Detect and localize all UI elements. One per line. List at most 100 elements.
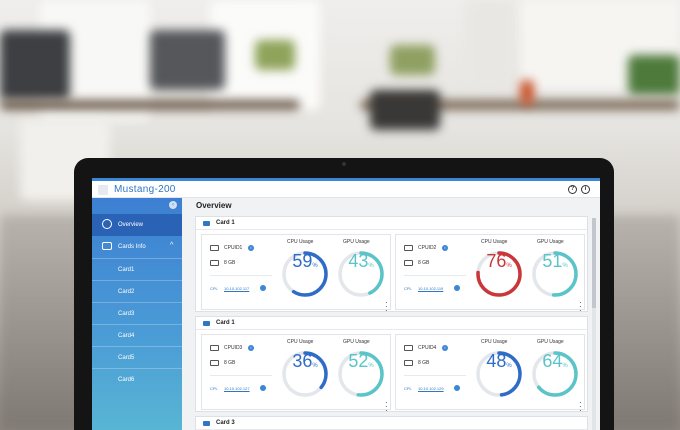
gpu-usage-label: GPU Usage bbox=[343, 339, 370, 345]
info-icon[interactable]: i bbox=[442, 245, 448, 251]
logo-icon bbox=[98, 185, 108, 195]
main-content: Overview Card 1 CPUID1 i 8 GB CPL 10.10.102.1… bbox=[182, 198, 600, 430]
card-panel: Card 1 CPUID1 i 8 GB CPL 10.10.102.117 CPU Usa… bbox=[195, 216, 588, 315]
sidebar-item-card5[interactable]: Card5 bbox=[92, 346, 182, 368]
page-title: Overview bbox=[196, 201, 232, 210]
device-name: CPUID2 bbox=[418, 245, 437, 251]
info-icon[interactable]: i bbox=[442, 345, 448, 351]
sidebar-item-overview[interactable]: Overview bbox=[92, 214, 182, 236]
gpu-usage-value: 51% bbox=[542, 251, 568, 271]
more-options-icon[interactable]: · · · bbox=[579, 399, 582, 415]
info-icon[interactable]: i bbox=[581, 185, 590, 194]
chevron-up-icon: ^ bbox=[170, 242, 174, 249]
gpu-usage-label: GPU Usage bbox=[343, 239, 370, 245]
sidebar-item-label: Card2 bbox=[118, 289, 135, 295]
device-ip-link[interactable]: 10.10.102.117 bbox=[224, 286, 249, 291]
memory-icon bbox=[210, 260, 219, 266]
memory-icon bbox=[404, 260, 413, 266]
panel-title: Card 1 bbox=[216, 220, 235, 226]
ip-info-icon[interactable] bbox=[260, 285, 266, 291]
device-info: CPUID2 i 8 GB CPL 10.10.102.119 bbox=[396, 235, 470, 311]
sidebar-item-card3[interactable]: Card3 bbox=[92, 302, 182, 324]
cpl-label: CPL bbox=[210, 286, 218, 291]
top-bar: Mustang-200 ? i bbox=[92, 178, 600, 198]
device-ip-link[interactable]: 10.10.102.119 bbox=[418, 286, 443, 291]
gpu-usage-value: 64% bbox=[542, 351, 568, 371]
info-icon[interactable]: i bbox=[248, 245, 254, 251]
device-card: CPUID1 i 8 GB CPL 10.10.102.117 CPU Usage 59% G… bbox=[201, 234, 391, 315]
gpu-usage-label: GPU Usage bbox=[537, 339, 564, 345]
sidebar-item-cards-info[interactable]: Cards Info ^ bbox=[92, 236, 182, 258]
ip-info-icon[interactable] bbox=[260, 385, 266, 391]
collapse-sidebar-icon[interactable]: ‹ bbox=[169, 201, 177, 209]
panel-header: Card 3 bbox=[196, 417, 587, 430]
device-info: CPUID3 i 8 GB CPL 10.10.102.127 bbox=[202, 335, 276, 411]
device-info: CPUID1 i 8 GB CPL 10.10.102.117 bbox=[202, 235, 276, 311]
device-name: CPUID3 bbox=[224, 345, 243, 351]
more-options-icon[interactable]: · · · bbox=[385, 399, 388, 415]
cpu-usage-label: CPU Usage bbox=[481, 239, 508, 245]
sidebar-item-card2[interactable]: Card2 bbox=[92, 280, 182, 302]
gpu-usage-value: 52% bbox=[348, 351, 374, 371]
divider bbox=[404, 375, 466, 376]
cpu-usage-label: CPU Usage bbox=[287, 339, 314, 345]
divider bbox=[404, 275, 466, 276]
chip-icon bbox=[210, 345, 219, 351]
device-ip-link[interactable]: 10.10.102.129 bbox=[418, 386, 444, 391]
device-ip-link[interactable]: 10.10.102.127 bbox=[224, 386, 250, 391]
app-title: Mustang-200 bbox=[114, 184, 176, 195]
sidebar-item-label: Card6 bbox=[118, 377, 135, 383]
device-card: CPUID4 i 8 GB CPL 10.10.102.129 CPU Usage 48% G… bbox=[395, 334, 585, 415]
memory-icon bbox=[210, 360, 219, 366]
divider bbox=[210, 275, 272, 276]
card-icon bbox=[102, 242, 112, 250]
divider bbox=[210, 375, 272, 376]
sidebar-item-card1[interactable]: Card1 bbox=[92, 258, 182, 280]
more-options-icon[interactable]: · · · bbox=[579, 299, 582, 315]
ip-info-icon[interactable] bbox=[454, 385, 460, 391]
info-icon[interactable]: i bbox=[248, 345, 254, 351]
gpu-usage-value: 43% bbox=[348, 251, 374, 271]
device-memory: 8 GB bbox=[418, 360, 430, 366]
device-name: CPUID4 bbox=[418, 345, 437, 351]
chip-icon bbox=[210, 245, 219, 251]
card-icon bbox=[203, 221, 210, 226]
card-panel: Card 3 bbox=[195, 416, 588, 430]
panel-title: Card 3 bbox=[216, 420, 235, 426]
memory-icon bbox=[404, 360, 413, 366]
cpu-usage-label: CPU Usage bbox=[481, 339, 508, 345]
panel-header: Card 1 bbox=[196, 217, 587, 230]
cpu-usage-value: 36% bbox=[292, 351, 318, 371]
sidebar-item-card4[interactable]: Card4 bbox=[92, 324, 182, 346]
cpu-usage-value: 76% bbox=[486, 251, 512, 271]
device-name: CPUID1 bbox=[224, 245, 243, 251]
more-options-icon[interactable]: · · · bbox=[385, 299, 388, 315]
ip-info-icon[interactable] bbox=[454, 285, 460, 291]
cpl-label: CPL bbox=[404, 286, 412, 291]
sidebar-item-label: Card1 bbox=[118, 267, 135, 273]
chip-icon bbox=[404, 345, 413, 351]
scrollbar-thumb[interactable] bbox=[592, 218, 596, 308]
device-info: CPUID4 i 8 GB CPL 10.10.102.129 bbox=[396, 335, 470, 411]
gpu-usage-label: GPU Usage bbox=[537, 239, 564, 245]
sidebar-item-label: Overview bbox=[118, 222, 144, 228]
sidebar-item-label: Card4 bbox=[118, 333, 135, 339]
sidebar: ‹ Overview Cards Info ^ Card1 Card2 Card… bbox=[92, 198, 182, 430]
device-memory: 8 GB bbox=[224, 260, 236, 266]
panel-title: Card 1 bbox=[216, 320, 235, 326]
card-icon bbox=[203, 321, 210, 326]
sidebar-item-card6[interactable]: Card6 bbox=[92, 368, 182, 390]
panel-header: Card 1 bbox=[196, 317, 587, 330]
card-icon bbox=[203, 421, 210, 426]
laptop-frame: Mustang-200 ? i ‹ Overview Cards Info ^ … bbox=[74, 158, 614, 430]
sidebar-item-label: Card5 bbox=[118, 355, 135, 361]
help-icon[interactable]: ? bbox=[568, 185, 577, 194]
chip-icon bbox=[404, 245, 413, 251]
sidebar-item-label: Cards Info bbox=[118, 244, 146, 250]
camera-dot bbox=[342, 162, 346, 166]
app-window: Mustang-200 ? i ‹ Overview Cards Info ^ … bbox=[92, 178, 600, 430]
cpl-label: CPL bbox=[404, 386, 412, 391]
device-card: CPUID3 i 8 GB CPL 10.10.102.127 CPU Usage 36% G… bbox=[201, 334, 391, 415]
cpu-usage-value: 59% bbox=[292, 251, 318, 271]
dashboard-icon bbox=[102, 219, 112, 229]
